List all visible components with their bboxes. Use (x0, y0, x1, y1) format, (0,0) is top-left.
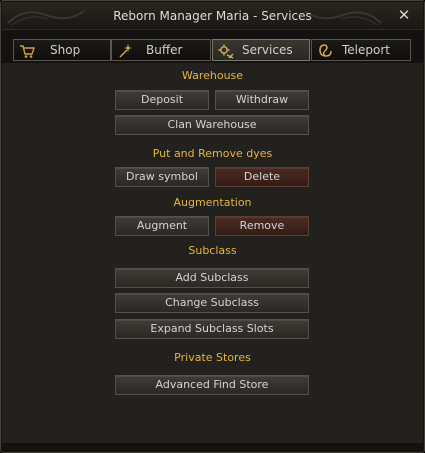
title-bar[interactable]: Reborn Manager Maria - Services ✕ (2, 2, 423, 30)
deposit-button[interactable]: Deposit (115, 90, 209, 110)
gears-icon (218, 44, 234, 59)
remove-augment-button[interactable]: Remove (215, 216, 309, 236)
close-icon[interactable]: ✕ (396, 7, 412, 23)
swirl-icon (319, 44, 332, 57)
dyes-heading: Put and Remove dyes (152, 147, 273, 160)
private-stores-heading: Private Stores (174, 351, 251, 364)
augment-button[interactable]: Augment (115, 216, 209, 236)
withdraw-button[interactable]: Withdraw (215, 90, 309, 110)
warehouse-heading: Warehouse (181, 69, 244, 82)
expand-subclass-slots-button[interactable]: Expand Subclass Slots (115, 319, 309, 339)
tab-buffer[interactable]: Buffer (111, 39, 211, 61)
services-window: Reborn Manager Maria - Services ✕ Shop B… (0, 0, 425, 453)
tab-bar: Shop Buffer Services Teleport (13, 39, 413, 61)
clan-warehouse-button[interactable]: Clan Warehouse (115, 115, 309, 135)
tab-shop-label: Shop (50, 43, 81, 57)
tab-buffer-label: Buffer (146, 43, 183, 57)
tab-services-label: Services (242, 43, 293, 57)
tab-teleport-label: Teleport (342, 43, 390, 57)
draw-symbol-button[interactable]: Draw symbol (115, 167, 209, 187)
subclass-heading: Subclass (188, 244, 237, 257)
services-panel: Warehouse Deposit Withdraw Clan Warehous… (2, 63, 423, 443)
add-subclass-button[interactable]: Add Subclass (115, 268, 309, 288)
cart-icon (20, 45, 35, 58)
tab-shop[interactable]: Shop (13, 39, 111, 61)
tab-services[interactable]: Services (212, 39, 310, 61)
window-title: Reborn Manager Maria - Services (113, 9, 312, 23)
augmentation-heading: Augmentation (173, 196, 252, 209)
advanced-find-store-button[interactable]: Advanced Find Store (115, 375, 309, 395)
sparkle-wand-icon (119, 44, 132, 58)
change-subclass-button[interactable]: Change Subclass (115, 293, 309, 313)
delete-button[interactable]: Delete (215, 167, 309, 187)
tab-teleport[interactable]: Teleport (311, 39, 411, 61)
